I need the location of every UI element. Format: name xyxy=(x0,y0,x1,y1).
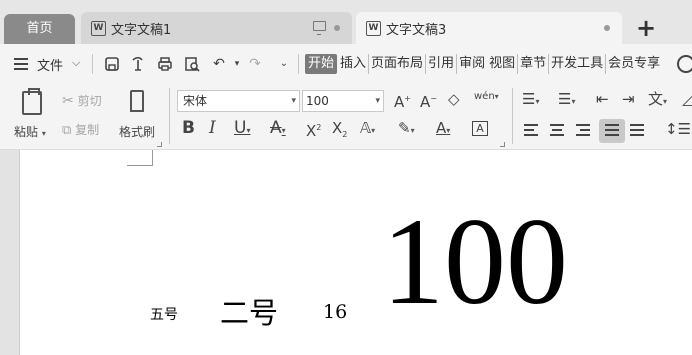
chevron-down-icon[interactable]: ▾ xyxy=(291,91,296,111)
line-spacing-icon[interactable]: ↕☰ xyxy=(665,120,691,138)
tab-chapter[interactable]: 章节 xyxy=(518,54,550,74)
print-icon[interactable] xyxy=(157,56,173,72)
align-justify-icon[interactable] xyxy=(605,124,619,136)
tab-bar: 首页 W 文字文稿1 W 文字文稿3 + xyxy=(0,0,692,44)
tab-review[interactable]: 审阅 xyxy=(457,54,487,74)
document-gutter xyxy=(0,150,20,355)
clear-format-eraser-icon[interactable]: ◇ xyxy=(448,90,460,108)
paste-button[interactable]: 粘贴 ▾ xyxy=(14,123,46,140)
align-center-icon[interactable] xyxy=(550,124,564,136)
format-painter-button[interactable]: 格式刷 xyxy=(119,123,155,140)
text-sample-16[interactable]: 16 xyxy=(323,301,347,323)
text-effect-icon[interactable]: 𝔸▾ xyxy=(360,119,375,140)
margin-corner-mark xyxy=(127,150,153,166)
text-sample-wuhao[interactable]: 五号 xyxy=(150,304,178,324)
monitor-icon[interactable] xyxy=(313,21,326,35)
document-page[interactable] xyxy=(21,150,692,355)
increase-font-size-icon[interactable]: A+ xyxy=(394,90,411,111)
ribbon-tabs: 开始 插入 页面布局 引用 审阅 视图 章节 开发工具 会员专享 xyxy=(305,54,662,74)
tab-start[interactable]: 开始 xyxy=(305,54,338,74)
dialog-launcher-icon[interactable] xyxy=(157,142,162,147)
numbered-list-icon[interactable]: ☰▾ xyxy=(558,90,575,111)
chevron-down-icon[interactable]: ⌵ xyxy=(72,56,80,70)
font-color-icon[interactable]: A▾ xyxy=(436,119,450,140)
strikethrough-icon[interactable]: A▾ xyxy=(270,119,286,140)
copy-label: 复制 xyxy=(75,123,100,137)
print-preview-icon[interactable] xyxy=(184,56,200,72)
customize-toolbar-icon[interactable]: ⌄ xyxy=(276,56,292,72)
divider xyxy=(512,88,513,144)
file-menu[interactable]: 文件 xyxy=(37,55,63,74)
redo-icon[interactable]: ↷ xyxy=(247,56,263,72)
italic-icon[interactable]: I xyxy=(209,119,216,137)
export-pdf-icon[interactable] xyxy=(130,56,146,72)
increase-indent-icon[interactable]: ⇥ xyxy=(622,90,635,108)
character-border-icon[interactable]: A xyxy=(472,121,488,136)
paste-icon[interactable] xyxy=(22,88,42,115)
font-size-select[interactable]: 100 ▾ xyxy=(302,90,384,112)
new-tab-button[interactable]: + xyxy=(636,14,656,42)
tab-document-3[interactable]: W 文字文稿3 xyxy=(356,12,622,44)
superscript-icon[interactable]: X2 xyxy=(306,119,321,140)
bullet-list-icon[interactable]: ☰▾ xyxy=(522,90,539,111)
font-name-select[interactable]: 宋体 ▾ xyxy=(177,90,300,112)
decrease-font-size-icon[interactable]: A− xyxy=(420,90,437,111)
scissors-icon: ✂ xyxy=(62,93,74,109)
ribbon-toolbar: 粘贴 ▾ ✂ 剪切 ⧉ 复制 格式刷 宋体 ▾ 100 ▾ A+ A− ◇ wé… xyxy=(0,84,692,150)
align-left-icon[interactable] xyxy=(524,124,538,136)
chinese-layout-icon[interactable]: 文▾ xyxy=(648,90,667,111)
phonetic-guide-label: wén xyxy=(474,91,495,102)
wps-writer-icon: W xyxy=(91,20,106,36)
divider xyxy=(92,54,93,74)
unsaved-dot-icon[interactable] xyxy=(604,25,610,31)
paste-label: 粘贴 xyxy=(14,125,39,139)
unsaved-dot-icon[interactable] xyxy=(334,25,340,31)
search-icon[interactable] xyxy=(677,55,692,73)
phonetic-guide-icon[interactable]: wén▾ xyxy=(474,88,499,106)
tab-home[interactable]: 首页 xyxy=(4,14,75,44)
tab-label: 文字文稿1 xyxy=(111,22,172,38)
bold-icon[interactable]: B xyxy=(182,119,195,137)
tab-page-layout[interactable]: 页面布局 xyxy=(368,54,427,74)
text-direction-icon[interactable]: ◿ xyxy=(682,90,692,108)
copy-button[interactable]: ⧉ 复制 xyxy=(62,121,99,138)
decrease-indent-icon[interactable]: ⇤ xyxy=(596,90,609,108)
chevron-down-icon[interactable]: ▾ xyxy=(42,129,46,138)
distributed-align-icon[interactable] xyxy=(630,124,644,136)
tab-insert[interactable]: 插入 xyxy=(338,54,368,74)
wps-writer-icon: W xyxy=(366,20,381,36)
chevron-down-icon[interactable]: ▾ xyxy=(375,91,380,111)
text-sample-100[interactable]: 100 xyxy=(382,200,568,324)
subscript-icon[interactable]: X2 xyxy=(332,119,347,144)
divider xyxy=(298,54,299,74)
highlight-color-icon[interactable]: ✎▾ xyxy=(398,119,415,140)
save-icon[interactable] xyxy=(104,56,120,72)
tab-member[interactable]: 会员专享 xyxy=(606,54,662,74)
align-right-icon[interactable] xyxy=(576,124,590,136)
font-size-value: 100 xyxy=(306,94,329,108)
cut-label: 剪切 xyxy=(77,94,102,108)
underline-icon[interactable]: U▾ xyxy=(234,119,250,140)
tab-document-1[interactable]: W 文字文稿1 xyxy=(81,12,352,44)
tab-view[interactable]: 视图 xyxy=(487,54,519,74)
tab-label: 文字文稿3 xyxy=(386,22,447,38)
menu-bar: 文件 ⌵ ↶ ▾ ↷ ⌄ 开始 插入 页面布局 引用 审阅 视图 章节 开发工具… xyxy=(0,44,692,84)
menu-icon[interactable] xyxy=(14,58,28,70)
undo-icon[interactable]: ↶ xyxy=(211,56,227,72)
tab-references[interactable]: 引用 xyxy=(426,54,458,74)
cut-button[interactable]: ✂ 剪切 xyxy=(62,92,102,109)
copy-icon: ⧉ xyxy=(62,123,72,138)
font-name-value: 宋体 xyxy=(183,94,208,108)
divider xyxy=(169,88,170,144)
format-painter-icon[interactable] xyxy=(130,90,144,112)
text-sample-erhao[interactable]: 二号 xyxy=(220,290,278,332)
tab-developer[interactable]: 开发工具 xyxy=(549,54,607,74)
undo-dropdown-chevron-icon[interactable]: ▾ xyxy=(229,56,245,72)
dialog-launcher-icon[interactable] xyxy=(500,142,505,147)
